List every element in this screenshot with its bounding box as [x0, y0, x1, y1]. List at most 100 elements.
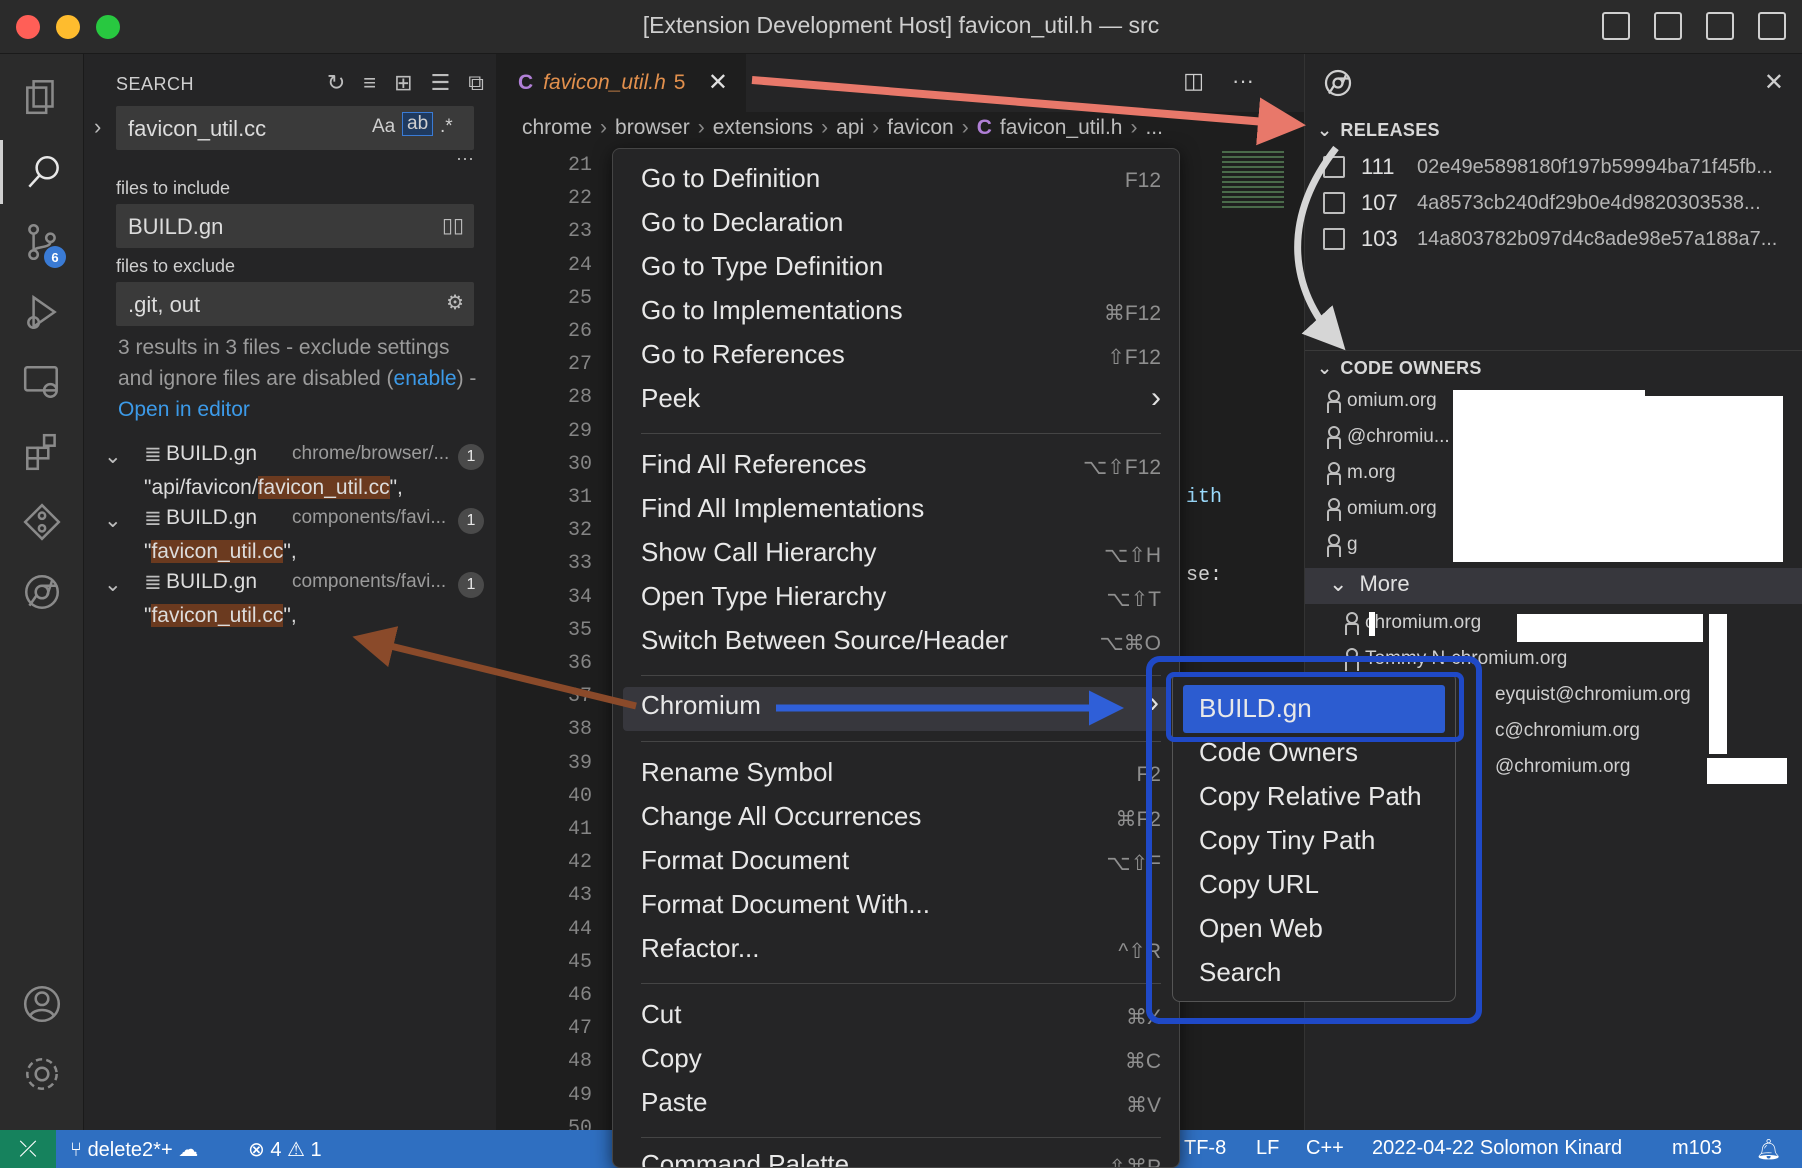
minimap[interactable] — [1222, 148, 1284, 268]
toggle-search-details-icon[interactable]: ··· — [456, 148, 474, 169]
run-debug-icon[interactable] — [0, 280, 84, 344]
line-number: 40 — [567, 784, 592, 808]
notifications-bell-icon[interactable]: 🔔︎ — [1756, 1137, 1781, 1162]
use-regex-toggle[interactable]: .* — [440, 116, 453, 138]
tab-favicon-util-h[interactable]: Cfavicon_util.h 5 ✕ — [496, 54, 746, 112]
breadcrumb-item[interactable]: extensions — [713, 116, 813, 139]
match-case-toggle[interactable]: Aa — [372, 116, 395, 138]
eol-status[interactable]: LF — [1256, 1137, 1279, 1160]
collapse-all-icon[interactable]: ⧉ — [468, 70, 484, 96]
git-graph-icon[interactable] — [0, 490, 84, 554]
release-row[interactable]: 111 02e49e5898180f197b59994ba71f45fb... — [1323, 154, 1793, 186]
more-owners-header[interactable]: ⌄ More — [1305, 568, 1802, 604]
menu-item-find-all-implementations[interactable]: Find All Implementations — [641, 493, 1161, 533]
releases-header[interactable]: ⌄ RELEASES — [1317, 120, 1440, 141]
search-icon[interactable] — [0, 140, 84, 204]
include-input[interactable]: BUILD.gn ▯▯ — [116, 204, 474, 248]
result-match-line[interactable]: "favicon_util.cc", — [144, 604, 474, 628]
menu-item-format-document[interactable]: Format Document ⌥⇧F — [641, 845, 1161, 885]
menu-item-show-call-hierarchy[interactable]: Show Call Hierarchy ⌥⇧H — [641, 537, 1161, 577]
menu-item-find-all-references[interactable]: Find All References ⌥⇧F12 — [641, 449, 1161, 489]
search-input[interactable]: favicon_util.cc Aa ab .* — [116, 106, 474, 150]
menu-item-peek[interactable]: Peek › — [641, 381, 1161, 423]
split-editor-icon[interactable]: ◫ — [1183, 68, 1204, 94]
menu-item-format-document-with[interactable]: Format Document With... — [641, 889, 1161, 929]
owner-item[interactable]: omium.org — [1327, 390, 1437, 413]
view-as-tree-icon[interactable]: ☰ — [431, 70, 451, 96]
enable-link[interactable]: enable — [394, 367, 457, 390]
menu-item-paste[interactable]: Paste ⌘V — [641, 1087, 1161, 1127]
menu-item-refactor[interactable]: Refactor... ^⇧R — [641, 933, 1161, 973]
code-owners-header[interactable]: ⌄ CODE OWNERS — [1317, 358, 1482, 379]
menu-item-go-to-definition[interactable]: Go to Definition F12 — [641, 163, 1161, 203]
menu-item-open-type-hierarchy[interactable]: Open Type Hierarchy ⌥⇧T — [641, 581, 1161, 621]
owner-item[interactable]: omium.org — [1327, 498, 1437, 521]
match-whole-word-toggle[interactable]: ab — [402, 112, 434, 136]
customize-layout-icon[interactable] — [1758, 12, 1786, 40]
menu-item-change-all-occurrences[interactable]: Change All Occurrences ⌘F2 — [641, 801, 1161, 841]
owner-item[interactable]: @chromiu... — [1327, 426, 1450, 449]
problems-status[interactable]: ⊗ 4 ⚠ 1 — [248, 1137, 322, 1162]
chevron-down-icon[interactable]: ⌄ — [104, 572, 122, 597]
menu-separator — [641, 1137, 1161, 1138]
menu-item-go-to-declaration[interactable]: Go to Declaration — [641, 207, 1161, 247]
settings-gear-icon[interactable] — [0, 1042, 84, 1106]
menu-item-go-to-references[interactable]: Go to References ⇧F12 — [641, 339, 1161, 379]
menu-item-cut[interactable]: Cut ⌘X — [641, 999, 1161, 1039]
clear-results-icon[interactable]: ≡ — [363, 70, 376, 96]
open-in-editor-link[interactable]: Open in editor — [118, 398, 250, 421]
accounts-icon[interactable] — [0, 972, 84, 1036]
toggle-replace-chevron-icon[interactable]: › — [94, 114, 101, 140]
more-actions-icon[interactable]: ··· — [1232, 68, 1254, 94]
language-status[interactable]: C++ — [1306, 1137, 1344, 1160]
owner-item[interactable]: chromium.org — [1345, 612, 1481, 635]
chromium-icon[interactable] — [0, 560, 84, 624]
result-match-line[interactable]: "api/favicon/favicon_util.cc", — [144, 476, 474, 500]
breadcrumb-item[interactable]: browser — [615, 116, 690, 139]
result-file-row[interactable]: ⌄ ≣ BUILD.gn chrome/browser/... 1 — [104, 442, 484, 474]
release-row[interactable]: 103 14a803782b097d4c8ade98e57a188a7... — [1323, 226, 1793, 258]
menu-item-go-to-type-definition[interactable]: Go to Type Definition — [641, 251, 1161, 291]
branch-status[interactable]: ⑂ delete2*+ ☁ — [70, 1137, 198, 1162]
milestone-status[interactable]: m103 — [1672, 1137, 1722, 1160]
menu-item-command-palette[interactable]: Command Palette...⇧⌘P — [641, 1149, 1161, 1167]
extensions-icon[interactable] — [0, 420, 84, 484]
line-number: 28 — [567, 386, 592, 410]
redaction-box — [1453, 390, 1645, 562]
refresh-icon[interactable]: ↻ — [327, 70, 345, 96]
breadcrumb-item[interactable]: chrome — [522, 116, 592, 139]
toggle-primary-sidebar-icon[interactable] — [1602, 12, 1630, 40]
encoding-status[interactable]: TF-8 — [1184, 1137, 1226, 1160]
toggle-secondary-sidebar-icon[interactable] — [1706, 12, 1734, 40]
close-panel-icon[interactable]: ✕ — [1764, 68, 1784, 97]
chevron-down-icon[interactable]: ⌄ — [104, 444, 122, 469]
open-editors-only-icon[interactable]: ▯▯ — [442, 213, 464, 238]
menu-item-go-to-implementations[interactable]: Go to Implementations ⌘F12 — [641, 295, 1161, 335]
toggle-panel-icon[interactable] — [1654, 12, 1682, 40]
remote-indicator-icon[interactable]: ⤫ — [0, 1130, 56, 1168]
owner-item[interactable]: m.org — [1327, 462, 1396, 485]
result-file-row[interactable]: ⌄ ≣ BUILD.gn components/favi... 1 — [104, 506, 484, 538]
exclude-input[interactable]: .git, out ⚙ — [116, 282, 474, 326]
person-icon — [1345, 612, 1359, 635]
breadcrumb-item[interactable]: api — [836, 116, 864, 139]
blame-status[interactable]: 2022-04-22 Solomon Kinard — [1372, 1137, 1622, 1160]
chevron-down-icon[interactable]: ⌄ — [104, 508, 122, 533]
result-match-line[interactable]: "favicon_util.cc", — [144, 540, 474, 564]
breadcrumb-item[interactable]: favicon — [887, 116, 954, 139]
new-search-editor-icon[interactable]: ⊞ — [394, 70, 412, 96]
menu-item-copy[interactable]: Copy ⌘C — [641, 1043, 1161, 1083]
owner-item[interactable]: g — [1327, 534, 1358, 557]
line-number: 23 — [567, 220, 592, 244]
source-control-icon[interactable]: 6 — [0, 210, 84, 274]
remote-explorer-icon[interactable] — [0, 350, 84, 414]
result-file-row[interactable]: ⌄ ≣ BUILD.gn components/favi... 1 — [104, 570, 484, 602]
menu-item-rename-symbol[interactable]: Rename Symbol F2 — [641, 757, 1161, 797]
breadcrumb-item[interactable]: favicon_util.h — [1000, 116, 1123, 139]
menu-item-switch-source-header[interactable]: Switch Between Source/Header ⌥⌘O — [641, 625, 1161, 665]
menu-item-chromium[interactable]: Chromium › — [623, 686, 1171, 731]
explorer-icon[interactable] — [0, 64, 84, 128]
close-tab-icon[interactable]: ✕ — [708, 68, 728, 97]
release-row[interactable]: 107 4a8573cb240df29b0e4d9820303538... — [1323, 190, 1793, 222]
use-exclude-settings-icon[interactable]: ⚙ — [446, 290, 464, 315]
